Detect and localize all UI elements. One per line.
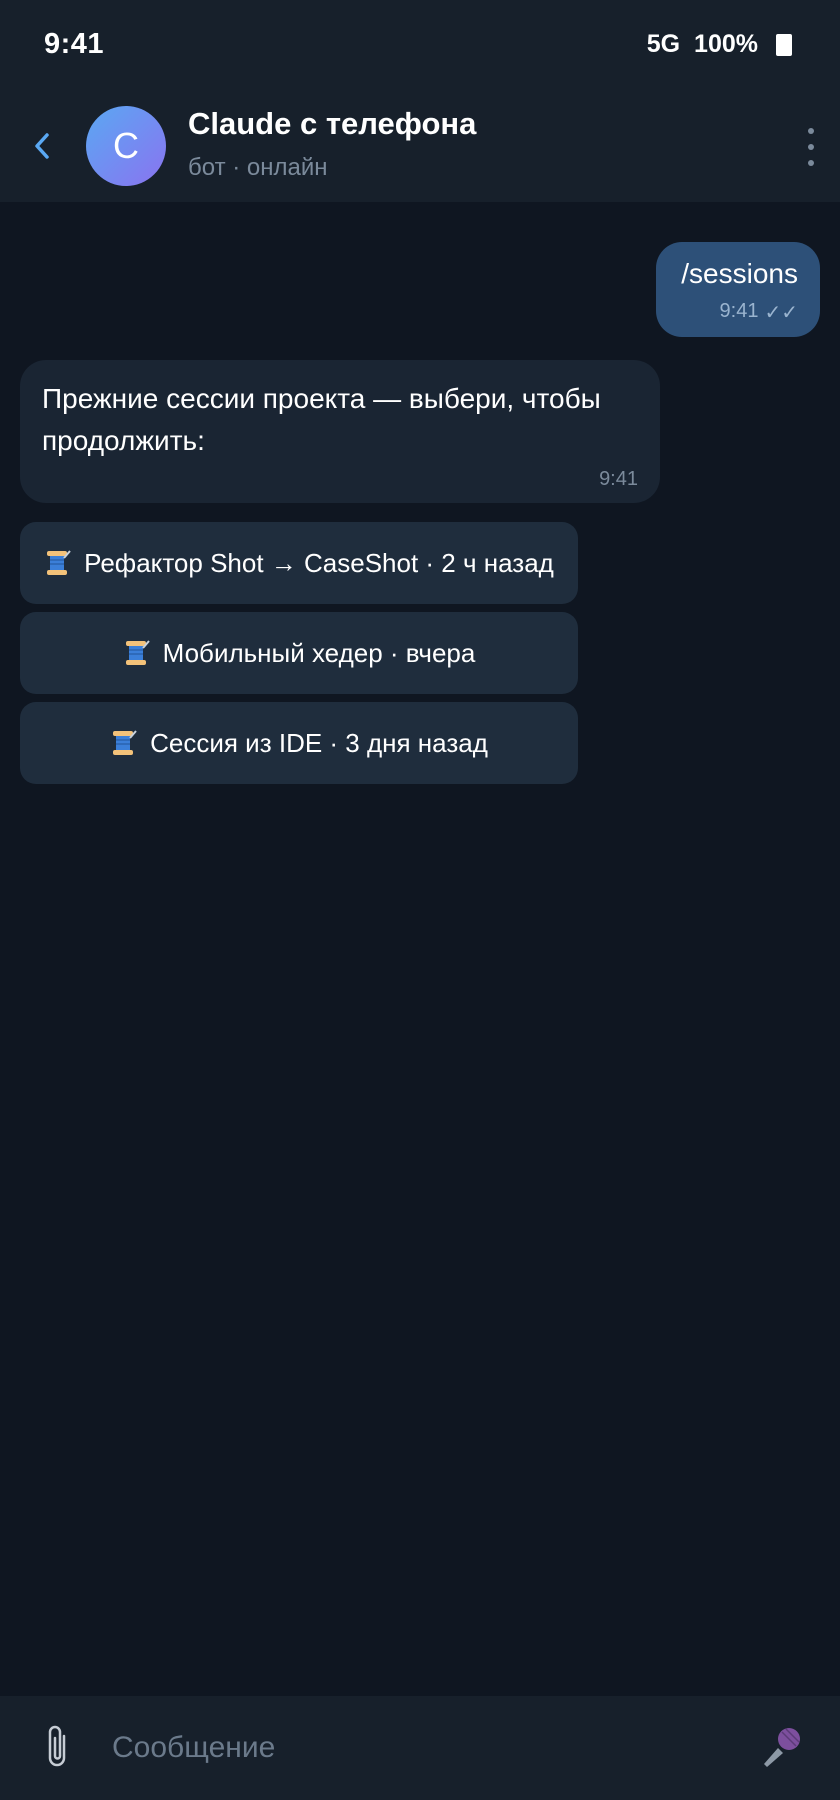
back-icon[interactable] — [22, 118, 62, 174]
paperclip-icon[interactable] — [42, 1722, 76, 1772]
session-button[interactable]: Рефактор Shot → CaseShot · 2 ч назад — [20, 522, 578, 604]
message-composer — [0, 1696, 840, 1800]
chat-status: бот · онлайн — [188, 154, 328, 181]
incoming-message: Прежние сессии проекта — выбери, чтобы п… — [20, 360, 660, 503]
session-button[interactable]: Сессия из IDE · 3 дня назад — [20, 702, 578, 784]
status-bar: 9:41 5G 100% — [0, 0, 840, 92]
status-indicators: 5G 100% — [647, 30, 792, 59]
avatar[interactable]: C — [86, 106, 166, 186]
session-button[interactable]: Мобильный хедер · вчера — [20, 612, 578, 694]
message-text: Прежние сессии проекта — выбери, чтобы п… — [42, 383, 601, 456]
network-label: 5G — [646, 30, 681, 58]
spool-icon — [47, 550, 71, 575]
message-time: 9:41 — [719, 300, 759, 322]
telegram-chat-screen: 9:41 5G 100% C Claude с телефона бот · о… — [0, 0, 840, 1800]
more-vertical-icon[interactable] — [796, 124, 826, 170]
message-time: 9:41 — [599, 468, 638, 490]
read-receipt-icon: ✓✓ — [764, 302, 798, 324]
battery-icon — [776, 33, 792, 56]
session-button-label: Сессия из IDE · 3 дня назад — [150, 727, 488, 758]
chat-title[interactable]: Claude с телефона — [188, 106, 476, 142]
spool-icon — [113, 730, 137, 755]
message-text: /sessions — [681, 258, 798, 289]
session-button-label: Рефактор Shot → CaseShot · 2 ч назад — [84, 547, 554, 578]
battery-label: 100% — [694, 30, 758, 58]
microphone-icon[interactable] — [756, 1722, 806, 1772]
status-time: 9:41 — [44, 28, 105, 60]
inline-keyboard: Рефактор Shot → CaseShot · 2 ч назад Моб… — [20, 522, 578, 784]
spool-icon — [125, 640, 150, 665]
outgoing-message: /sessions 9:41 ✓✓ — [656, 242, 820, 337]
session-button-label: Мобильный хедер · вчера — [162, 637, 476, 668]
message-input[interactable] — [112, 1718, 712, 1778]
chat-header: C Claude с телефона бот · онлайн — [0, 92, 840, 202]
message-meta: 9:41 ✓✓ — [678, 300, 798, 325]
